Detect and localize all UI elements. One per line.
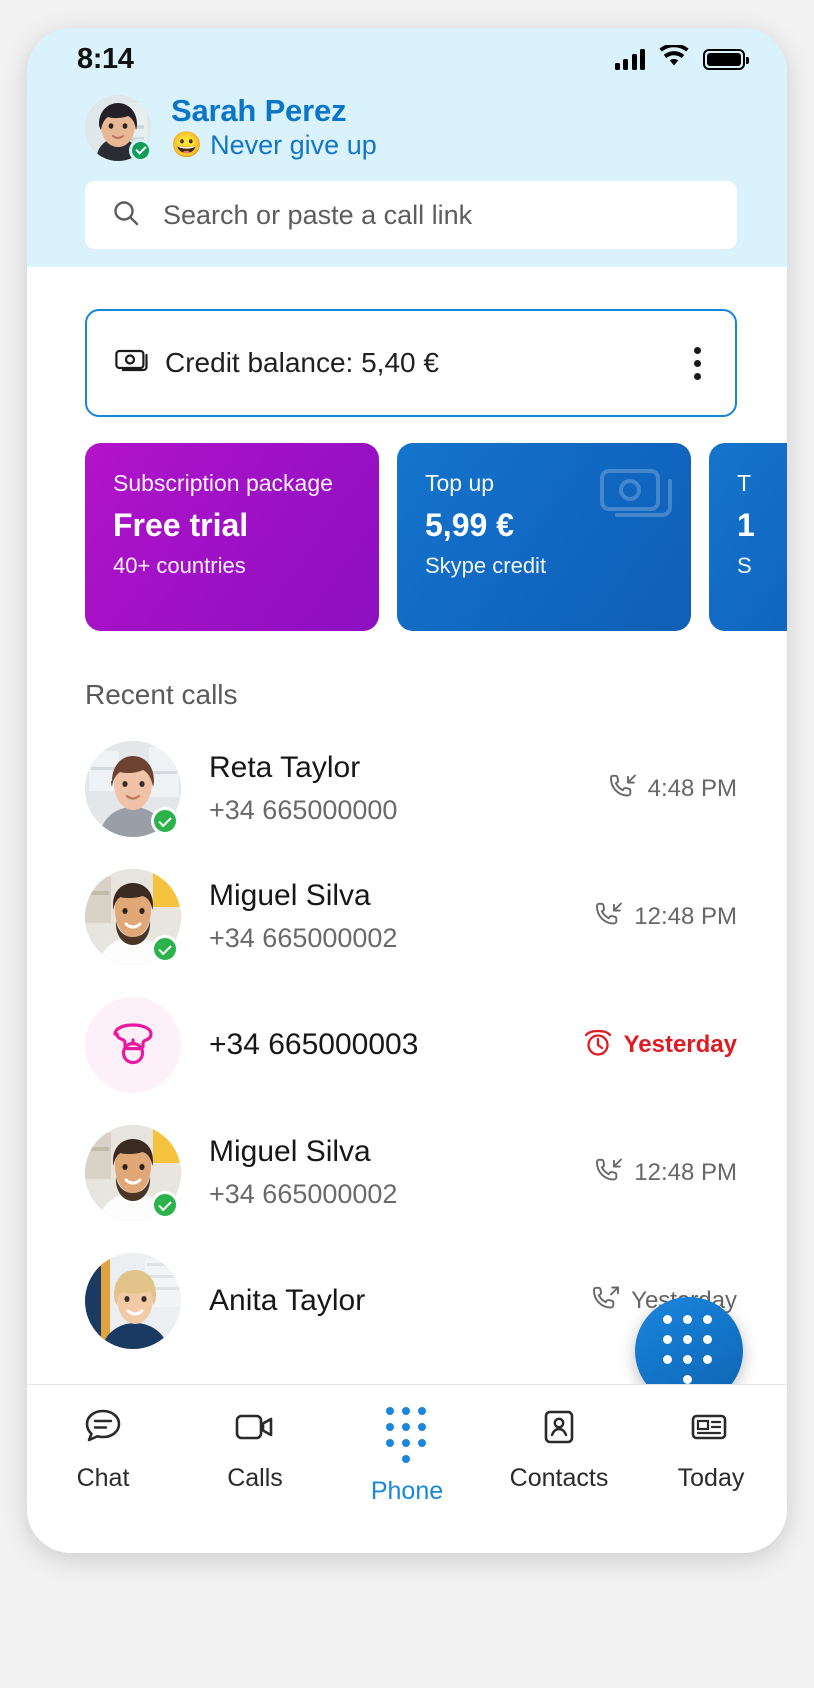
promo-card-third-partial[interactable]: T 1 S	[709, 443, 787, 632]
search-bar[interactable]	[85, 181, 737, 250]
credit-balance-card[interactable]: Credit balance: 5,40 €	[85, 309, 737, 418]
profile-mood-text: Never give up	[210, 129, 377, 160]
call-incoming-icon	[607, 773, 637, 806]
search-icon	[111, 198, 141, 233]
call-meta: Yesterday	[583, 1028, 737, 1063]
bottom-tab-bar: Chat Calls Phone Contacts Today	[27, 1384, 787, 1553]
call-phone-number: +34 665000000	[209, 794, 398, 825]
profile-mood: 😀 Never give up	[171, 129, 377, 161]
call-row-text: Anita Taylor	[209, 1283, 562, 1320]
call-time: 12:48 PM	[634, 1159, 737, 1187]
call-contact-name: Anita Taylor	[209, 1283, 366, 1317]
call-incoming-icon	[593, 901, 623, 934]
phone-pink-icon	[85, 997, 181, 1094]
avatar-photo-anita	[85, 1253, 181, 1350]
dialpad-icon	[663, 1315, 715, 1387]
recent-calls-heading: Recent calls	[85, 679, 238, 711]
banknote-icon	[115, 348, 149, 379]
profile-header[interactable]: Sarah Perez 😀 Never give up	[27, 90, 787, 162]
cellular-signal-icon	[614, 48, 645, 70]
promo-card-subscription[interactable]: Subscription package Free trial 40+ coun…	[85, 443, 379, 632]
call-row-text: +34 665000003	[209, 1027, 555, 1064]
tab-contacts[interactable]: Contacts	[483, 1407, 635, 1493]
call-contact-name: +34 665000003	[209, 1027, 419, 1061]
promo-card-title: 1	[737, 506, 755, 543]
presence-online-icon	[151, 807, 179, 836]
call-time: Yesterday	[623, 1031, 737, 1059]
phone-frame: 8:14 Sarah Perez 😀 Never give up Search …	[27, 28, 787, 1553]
call-contact-name: Reta Taylor	[209, 751, 361, 785]
main-content: Credit balance: 5,40 € Subscription pack…	[27, 309, 787, 1366]
tab-chat[interactable]: Chat	[27, 1407, 179, 1493]
presence-online-icon	[129, 138, 152, 162]
promo-card-topup[interactable]: Top up 5,99 € Skype credit	[397, 443, 691, 632]
avatar	[85, 1125, 181, 1222]
presence-online-icon	[151, 935, 179, 964]
call-incoming-icon	[593, 1157, 623, 1190]
presence-online-icon	[151, 1191, 179, 1220]
call-missed-icon	[583, 1028, 613, 1063]
table-row[interactable]: Miguel Silva +34 665000002 12:48 PM	[27, 1109, 787, 1237]
call-meta: 12:48 PM	[593, 1157, 737, 1190]
promo-card-kicker: Top up	[425, 470, 495, 497]
tab-label: Calls	[227, 1464, 283, 1492]
tab-calls[interactable]: Calls	[179, 1407, 331, 1493]
call-contact-name: Miguel Silva	[209, 1135, 371, 1169]
chat-bubble-icon	[82, 1407, 124, 1452]
promo-card-kicker: T	[737, 470, 752, 497]
tab-label: Chat	[76, 1464, 130, 1492]
promo-card-sub: 40+ countries	[113, 553, 246, 579]
tab-today[interactable]: Today	[635, 1407, 787, 1493]
video-camera-icon	[233, 1407, 277, 1452]
contact-card-icon	[539, 1407, 579, 1452]
avatar	[85, 1253, 181, 1350]
tab-phone[interactable]: Phone	[331, 1407, 483, 1506]
status-bar: 8:14	[27, 28, 787, 90]
call-row-text: Miguel Silva +34 665000002	[209, 878, 565, 956]
call-meta: 12:48 PM	[593, 901, 737, 934]
newspaper-icon	[689, 1407, 733, 1452]
call-contact-name: Miguel Silva	[209, 879, 371, 913]
promo-card-carousel[interactable]: Subscription package Free trial 40+ coun…	[27, 417, 787, 632]
status-bar-indicators	[614, 43, 749, 74]
call-meta: 4:48 PM	[607, 773, 737, 806]
promo-card-kicker: Subscription package	[113, 470, 333, 497]
wifi-icon	[658, 43, 690, 74]
tab-label: Contacts	[509, 1464, 609, 1492]
credit-balance-label: Credit balance: 5,40 €	[165, 347, 439, 379]
profile-text: Sarah Perez 😀 Never give up	[171, 93, 377, 161]
promo-card-sub: Skype credit	[425, 553, 547, 579]
avatar	[85, 869, 181, 966]
avatar[interactable]	[85, 94, 152, 162]
dialpad-icon	[386, 1407, 428, 1465]
call-phone-number: +34 665000002	[209, 922, 398, 953]
call-row-text: Reta Taylor +34 665000000	[209, 750, 579, 828]
tab-label: Today	[677, 1464, 745, 1492]
promo-card-title: Free trial	[113, 506, 249, 543]
status-bar-clock: 8:14	[77, 42, 134, 75]
avatar	[85, 741, 181, 838]
call-time: 12:48 PM	[634, 903, 737, 931]
profile-name: Sarah Perez	[171, 93, 347, 128]
promo-card-sub: S	[737, 553, 752, 579]
mood-emoji-icon: 😀	[171, 130, 203, 159]
table-row[interactable]: Reta Taylor +34 665000000 4:48 PM	[27, 725, 787, 853]
call-row-text: Miguel Silva +34 665000002	[209, 1134, 565, 1212]
recent-calls-list: Reta Taylor +34 665000000 4:48 PM Miguel…	[27, 711, 787, 1365]
table-row[interactable]: Miguel Silva +34 665000002 12:48 PM	[27, 853, 787, 981]
battery-full-icon	[703, 48, 749, 70]
app-header: 8:14 Sarah Perez 😀 Never give up Search …	[27, 28, 787, 268]
call-phone-number: +34 665000002	[209, 1178, 398, 1209]
call-outgoing-icon	[590, 1285, 620, 1318]
search-input[interactable]	[161, 198, 711, 232]
call-time: 4:48 PM	[647, 775, 737, 803]
more-vertical-icon[interactable]	[684, 339, 711, 388]
tab-label: Phone	[370, 1477, 444, 1505]
table-row[interactable]: +34 665000003 Yesterday	[27, 981, 787, 1109]
